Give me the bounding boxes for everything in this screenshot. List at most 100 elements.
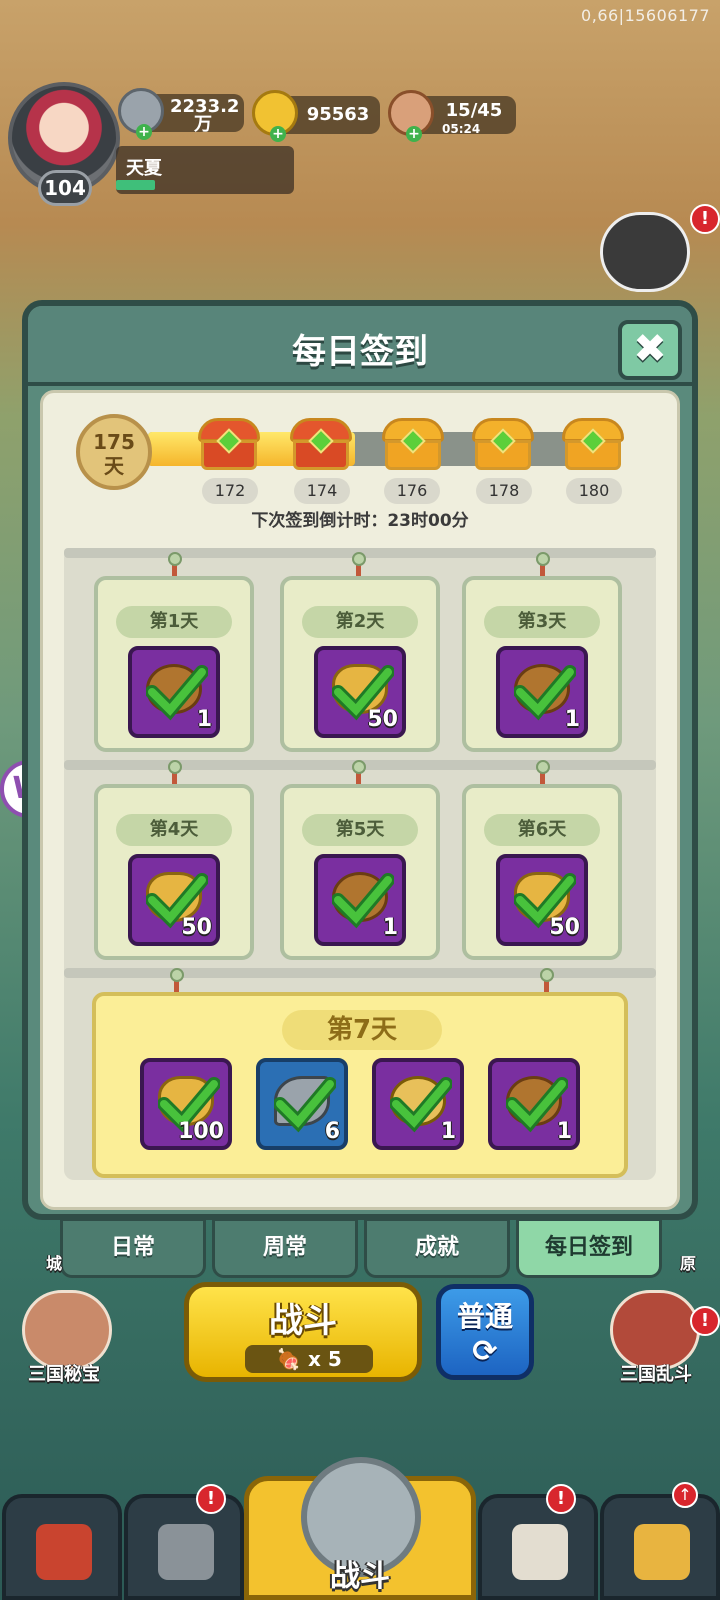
mode-toggle-button[interactable]: 普通 ⟳ bbox=[436, 1284, 534, 1380]
day-label: 第1天 bbox=[116, 606, 232, 638]
left-event-label[interactable]: 三国秘宝 bbox=[28, 1360, 100, 1386]
reward-item[interactable]: 1 bbox=[314, 854, 406, 946]
milestone-label: 180 bbox=[566, 478, 622, 504]
add-gold-icon[interactable]: + bbox=[270, 126, 286, 142]
nav-hero-button[interactable] bbox=[124, 1494, 244, 1600]
city-gate-icon bbox=[36, 1524, 92, 1580]
upgrade-icon bbox=[634, 1524, 690, 1580]
debug-id-text: 0,66|15606177 bbox=[581, 6, 710, 25]
day-card-3[interactable]: 第3天 1 bbox=[462, 576, 622, 752]
stamina-value: 15/45 bbox=[445, 100, 503, 121]
close-icon: ✖ bbox=[633, 326, 667, 372]
day-card-6[interactable]: 第6天 50 bbox=[462, 784, 622, 960]
reward-qty: 100 bbox=[178, 1119, 224, 1144]
day-card-5[interactable]: 第5天 1 bbox=[280, 784, 440, 960]
milestone-chest-178[interactable] bbox=[472, 418, 534, 472]
tab-weekly[interactable]: 周常 bbox=[212, 1218, 358, 1278]
brawl-alert-badge: ! bbox=[690, 1306, 720, 1336]
mode-label: 普通 bbox=[456, 1300, 513, 1333]
reward-qty: 1 bbox=[564, 707, 580, 732]
brawl-event-character[interactable] bbox=[610, 1290, 700, 1370]
announcer-character[interactable] bbox=[600, 212, 690, 292]
refresh-icon: ⟳ bbox=[472, 1334, 498, 1369]
reward-item[interactable]: 1 bbox=[496, 646, 588, 738]
day7-label: 第7天 bbox=[282, 1010, 442, 1050]
milestone-chest-172[interactable] bbox=[198, 418, 260, 472]
milestone-label: 178 bbox=[476, 478, 532, 504]
reward-item[interactable]: 50 bbox=[314, 646, 406, 738]
day-card-7[interactable]: 第7天 100 6 1 1 bbox=[92, 992, 628, 1178]
total-days-value: 175 bbox=[93, 430, 135, 454]
gold-resource[interactable]: + 95563 bbox=[252, 90, 380, 142]
left-partial-label: 城 bbox=[46, 1254, 63, 1273]
reward-item[interactable]: 1 bbox=[128, 646, 220, 738]
modal-header: 每日签到 ✖ bbox=[28, 306, 692, 386]
day-label: 第6天 bbox=[484, 814, 600, 846]
day-card-4[interactable]: 第4天 50 bbox=[94, 784, 254, 960]
milestone-chest-176[interactable] bbox=[382, 418, 444, 472]
reward-qty: 1 bbox=[440, 1119, 456, 1144]
upgrade-arrow-badge: ↑ bbox=[672, 1482, 698, 1508]
announcer-alert-badge: ! bbox=[690, 204, 720, 234]
player-level-badge: 104 bbox=[38, 170, 92, 206]
right-event-label[interactable]: 三国乱斗 bbox=[620, 1360, 692, 1386]
day-label: 第3天 bbox=[484, 606, 600, 638]
helmet-icon bbox=[158, 1524, 214, 1580]
modal-title: 每日签到 bbox=[292, 332, 428, 372]
gold-value: 95563 bbox=[306, 104, 370, 125]
reward-item[interactable]: 1 bbox=[488, 1058, 580, 1150]
close-button[interactable]: ✖ bbox=[618, 320, 682, 380]
total-days-badge: 175 天 bbox=[76, 414, 152, 490]
shelf-divider bbox=[64, 968, 656, 978]
reward-qty: 50 bbox=[549, 915, 580, 940]
milestone-label: 172 bbox=[202, 478, 258, 504]
fight-button[interactable]: 战斗 🍖 x 5 bbox=[184, 1282, 422, 1382]
fight-label: 战斗 bbox=[269, 1301, 337, 1341]
milestone-chest-174[interactable] bbox=[290, 418, 352, 472]
reward-item[interactable]: 100 bbox=[140, 1058, 232, 1150]
stamina-resource[interactable]: + 15/45 05:24 bbox=[388, 90, 516, 142]
reward-qty: 50 bbox=[367, 707, 398, 732]
player-exp-bar bbox=[116, 180, 156, 190]
silver-value: 2233.2 万 bbox=[170, 96, 240, 135]
add-stamina-icon[interactable]: + bbox=[406, 126, 422, 142]
nav-recruit-button[interactable] bbox=[478, 1494, 598, 1600]
modal-tab-bar: 日常 周常 成就 每日签到 bbox=[60, 1218, 670, 1278]
total-days-unit: 天 bbox=[104, 454, 124, 478]
stamina-timer: 05:24 bbox=[442, 122, 481, 136]
meat-icon: 🍖 bbox=[276, 1347, 302, 1371]
silver-resource[interactable]: + 2233.2 万 bbox=[118, 88, 244, 140]
tab-daily-checkin[interactable]: 每日签到 bbox=[516, 1218, 662, 1278]
nav-battle-label: 战斗 bbox=[330, 1559, 390, 1594]
day-card-1[interactable]: 第1天 1 bbox=[94, 576, 254, 752]
milestone-label: 174 bbox=[294, 478, 350, 504]
reward-qty: 1 bbox=[196, 707, 212, 732]
nav-city-button[interactable] bbox=[2, 1494, 122, 1600]
tab-achievement[interactable]: 成就 bbox=[364, 1218, 510, 1278]
day-label: 第5天 bbox=[302, 814, 418, 846]
reward-qty: 1 bbox=[382, 915, 398, 940]
milestone-chest-180[interactable] bbox=[562, 418, 624, 472]
treasure-event-character[interactable] bbox=[22, 1290, 112, 1370]
recruit-alert-badge: ! bbox=[546, 1484, 576, 1514]
milestone-label: 176 bbox=[384, 478, 440, 504]
reward-qty: 1 bbox=[556, 1119, 572, 1144]
fight-cost: 🍖 x 5 bbox=[245, 1345, 373, 1373]
hero-alert-badge: ! bbox=[196, 1484, 226, 1514]
reward-qty: 50 bbox=[181, 915, 212, 940]
add-silver-icon[interactable]: + bbox=[136, 124, 152, 140]
reward-item[interactable]: 1 bbox=[372, 1058, 464, 1150]
nav-battle-button[interactable]: 战斗 bbox=[244, 1457, 476, 1600]
tab-daily[interactable]: 日常 bbox=[60, 1218, 206, 1278]
day-label: 第4天 bbox=[116, 814, 232, 846]
day-card-2[interactable]: 第2天 50 bbox=[280, 576, 440, 752]
player-name: 天夏 bbox=[126, 158, 162, 179]
reward-item[interactable]: 50 bbox=[128, 854, 220, 946]
reward-item[interactable]: 6 bbox=[256, 1058, 348, 1150]
reward-item[interactable]: 50 bbox=[496, 854, 588, 946]
next-checkin-countdown: 下次签到倒计时：23时00分 bbox=[251, 511, 469, 531]
reward-qty: 6 bbox=[324, 1119, 340, 1144]
bottom-nav: ! 战斗 ! ↑ bbox=[0, 1457, 720, 1600]
right-partial-label: 原 bbox=[680, 1254, 697, 1273]
nav-upgrade-button[interactable] bbox=[600, 1494, 720, 1600]
